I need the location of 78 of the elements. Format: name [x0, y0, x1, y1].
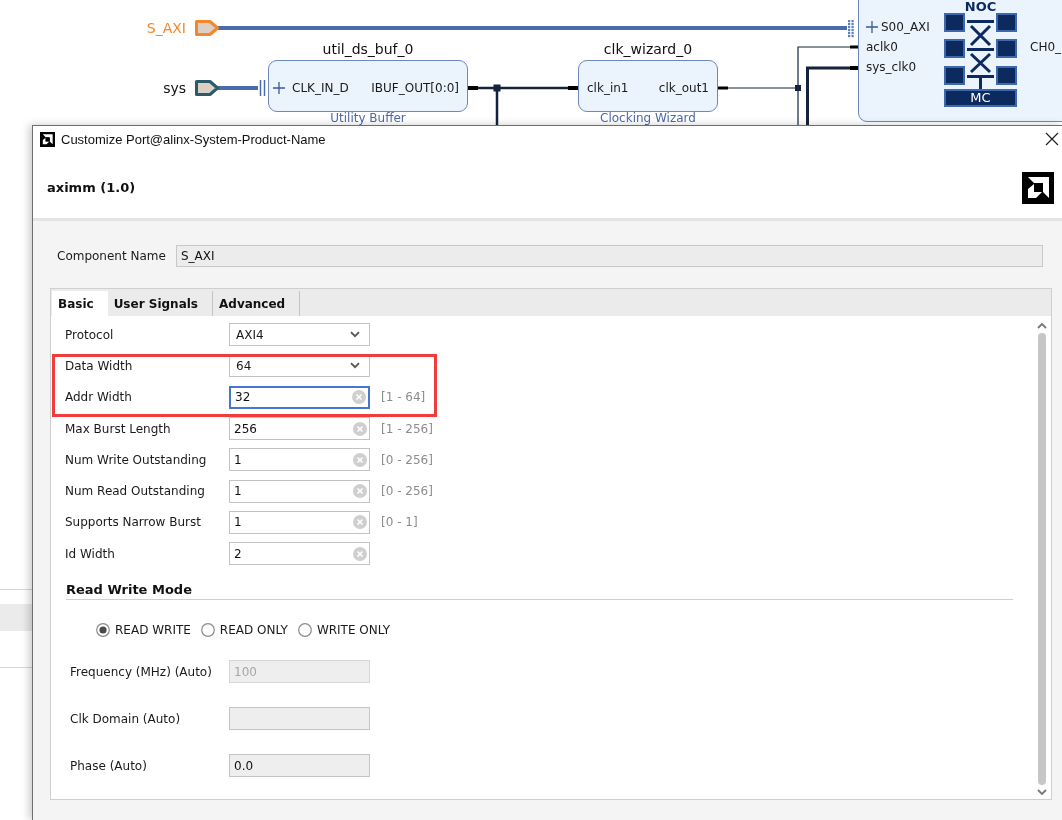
chevron-down-icon — [350, 331, 360, 339]
dialog-heading: aximm (1.0) — [47, 180, 136, 195]
field-label: Addr Width — [65, 390, 133, 405]
pin-label: clk_in1 — [587, 80, 629, 96]
section-heading: Read Write Mode — [66, 581, 1013, 600]
interface-connector-icon — [848, 20, 854, 38]
field-label: Id Width — [65, 546, 116, 561]
radio-option[interactable]: READ ONLY — [200, 622, 288, 637]
port-icon[interactable] — [195, 80, 219, 96]
close-icon — [1045, 132, 1059, 146]
caret-up-icon[interactable] — [1037, 322, 1047, 329]
range-hint: [0 - 256] — [381, 452, 433, 467]
junction-icon — [795, 85, 801, 91]
chevron-down-icon — [350, 362, 360, 370]
range-hint: [1 - 64] — [381, 390, 426, 405]
pin-label: CH0_ — [1030, 40, 1062, 54]
field-label: Phase (Auto) — [70, 758, 148, 773]
crossbar-icon — [944, 13, 1017, 89]
noc-block[interactable]: S00_AXI aclk0 sys_clk0 NOC MC CH0_ — [858, 0, 1062, 122]
range-hint: [1 - 256] — [381, 421, 433, 436]
clear-icon[interactable] — [353, 484, 367, 499]
port-label: S_AXI — [146, 19, 186, 38]
pin-label: clk_out1 — [658, 80, 709, 96]
dropdown[interactable]: AXI4 — [229, 323, 370, 347]
clear-icon[interactable] — [353, 515, 367, 530]
logo-icon — [1022, 171, 1054, 204]
block-subtitle: Utility Buffer — [329, 112, 407, 125]
clear-icon[interactable] — [353, 546, 367, 561]
radio-option[interactable]: WRITE ONLY — [297, 622, 391, 637]
junction-icon — [493, 84, 501, 92]
field-label: Num Read Outstanding — [65, 484, 206, 499]
text-field[interactable]: 1 — [229, 510, 370, 534]
plus-icon[interactable] — [866, 21, 878, 33]
field-label: Supports Narrow Burst — [65, 515, 202, 530]
pin-label: CLK_IN_D — [292, 80, 349, 96]
memory-controller-block: MC — [944, 89, 1017, 107]
caret-down-icon[interactable] — [1037, 789, 1047, 796]
pin-label: S00_AXI — [881, 20, 930, 34]
field-label: Protocol — [65, 327, 115, 342]
block-subtitle: Clocking Wizard — [599, 112, 697, 125]
ip-block[interactable]: clk_in1 clk_out1 — [578, 60, 718, 112]
tab[interactable]: Basic — [52, 291, 108, 316]
text-field[interactable]: S_AXI — [176, 245, 1043, 267]
field-label: Data Width — [65, 358, 134, 373]
port-label: sys — [163, 79, 186, 98]
text-field[interactable]: 0.0 — [229, 754, 370, 778]
logo-icon — [40, 131, 55, 147]
clear-icon[interactable] — [353, 452, 367, 467]
close-button[interactable] — [1044, 131, 1060, 147]
text-field[interactable]: 1 — [229, 479, 370, 503]
block-title: clk_wizard_0 — [602, 40, 694, 59]
field-label: Num Write Outstanding — [65, 452, 208, 467]
block-title: NOC — [964, 0, 997, 13]
plus-icon[interactable] — [273, 82, 285, 94]
clear-icon[interactable] — [353, 421, 367, 436]
scrollbar-thumb[interactable] — [1038, 333, 1046, 785]
radio-option[interactable]: READ WRITE — [96, 622, 191, 637]
field-label: Frequency (MHz) (Auto) — [70, 664, 213, 679]
range-hint: [0 - 1] — [381, 515, 418, 530]
field-label: Clk Domain (Auto) — [70, 711, 182, 726]
pin-label: sys_clk0 — [866, 60, 917, 74]
text-field[interactable]: 256 — [229, 417, 370, 441]
text-field[interactable]: 32 — [229, 385, 370, 409]
window-title: Customize Port@alinx-System-Product-Name — [61, 131, 327, 147]
pin-label: aclk0 — [866, 40, 898, 54]
range-hint: [0 - 256] — [381, 484, 433, 499]
field-label: Max Burst Length — [65, 421, 172, 436]
pin-label: IBUF_OUT[0:0] — [371, 80, 459, 96]
field-label: Component Name — [57, 249, 167, 263]
block-title: util_ds_buf_0 — [321, 40, 415, 59]
text-field[interactable] — [229, 707, 370, 731]
bus-wire — [218, 79, 266, 97]
text-field[interactable]: 1 — [229, 448, 370, 472]
clear-icon[interactable] — [352, 390, 366, 405]
ip-block[interactable]: CLK_IN_D IBUF_OUT[0:0] — [268, 60, 468, 112]
tab[interactable]: User Signals — [107, 291, 213, 316]
tab[interactable]: Advanced — [213, 291, 301, 316]
text-field[interactable]: 2 — [229, 542, 370, 566]
